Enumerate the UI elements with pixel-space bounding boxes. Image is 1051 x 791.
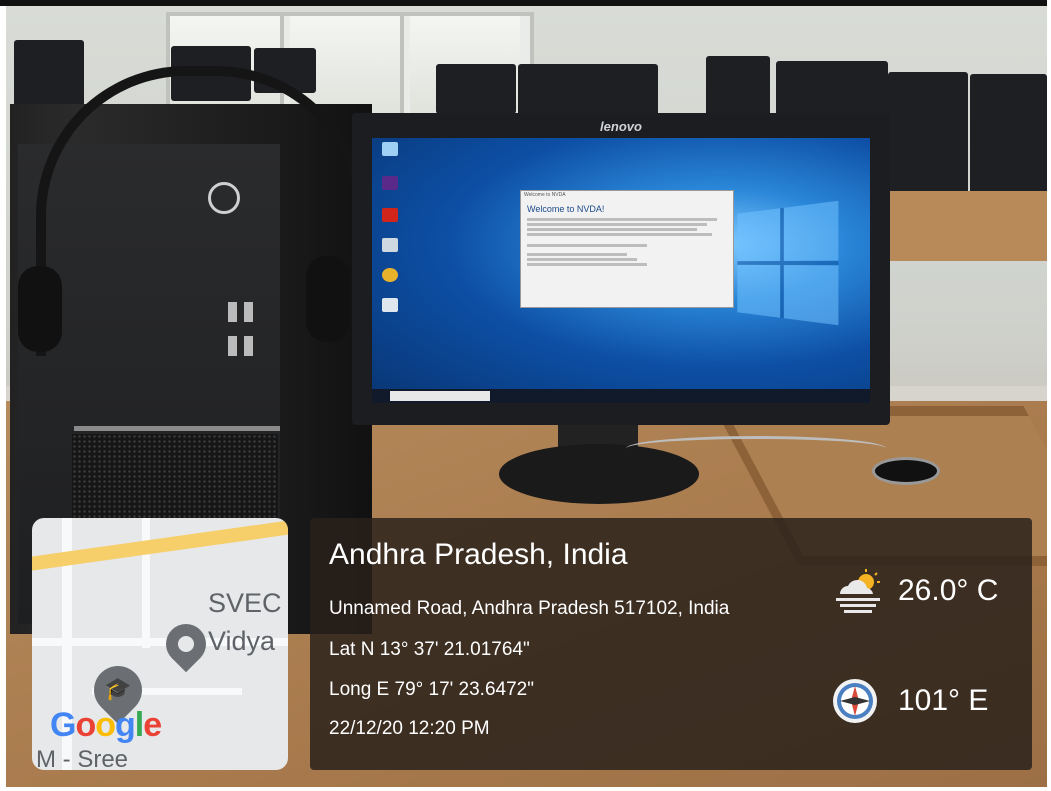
map-label-vidya: Vidya xyxy=(208,626,276,656)
address-text: Unnamed Road, Andhra Pradesh 517102, Ind… xyxy=(329,598,730,619)
map-label-bottom: M - Sree xyxy=(36,746,129,770)
background-monitor xyxy=(970,74,1047,194)
desk-grommet xyxy=(872,457,940,485)
windows-taskbar xyxy=(372,389,870,403)
nvda-welcome-dialog: Welcome to NVDA Welcome to NVDA! xyxy=(520,190,734,308)
geotag-info-panel: Andhra Pradesh, India Unnamed Road, Andh… xyxy=(310,518,1032,770)
graduation-cap-icon: 🎓 xyxy=(104,676,132,701)
windows-desktop-screen: Welcome to NVDA Welcome to NVDA! xyxy=(372,138,870,403)
windows-logo-wallpaper xyxy=(737,200,839,326)
headphone-earcup xyxy=(18,266,62,352)
right-border xyxy=(1047,0,1051,791)
map-label-svec: SVEC xyxy=(208,588,282,618)
background-monitor xyxy=(436,64,516,114)
adobe-reader-icon xyxy=(382,208,398,222)
background-monitor xyxy=(706,56,770,118)
location-pin-icon xyxy=(157,615,215,673)
background-monitor xyxy=(888,72,968,202)
latitude-text: Lat N 13° 37' 21.01764" xyxy=(329,639,530,660)
monitor-cable xyxy=(626,436,886,461)
headphone-earcup xyxy=(306,256,350,342)
dialog-title: Welcome to NVDA xyxy=(524,192,566,198)
place-name: Andhra Pradesh, India xyxy=(329,538,628,571)
this-pc-icon xyxy=(382,142,398,156)
dialog-heading: Welcome to NVDA! xyxy=(527,204,605,214)
temperature-value: 26.0° C xyxy=(898,574,999,607)
google-logo: Google xyxy=(50,706,162,744)
chrome-icon xyxy=(382,268,398,282)
longitude-text: Long E 79° 17' 23.6472" xyxy=(329,679,534,700)
map-thumbnail: SVEC Vidya 🎓 Google M - Sree xyxy=(32,518,288,770)
lenovo-monitor: lenovo Welcome to NVDA Welcome to NVDA! xyxy=(352,113,890,425)
turbo-cpp-icon xyxy=(382,298,398,312)
background-monitor xyxy=(776,61,888,116)
compass-icon xyxy=(833,679,877,723)
geotag-photo-frame: lenovo Welcome to NVDA Welcome to NVDA! xyxy=(0,0,1051,791)
datetime-text: 22/12/20 12:20 PM xyxy=(329,718,490,739)
nvda-icon xyxy=(382,176,398,190)
tower-silver-strip xyxy=(74,426,280,431)
wind-direction-value: 101° E xyxy=(898,684,989,717)
taskbar-search-box xyxy=(390,391,490,401)
recycle-bin-icon xyxy=(382,238,398,252)
background-monitor xyxy=(518,64,658,116)
monitor-brand-logo: lenovo xyxy=(600,119,642,134)
partly-cloudy-icon xyxy=(836,569,880,613)
